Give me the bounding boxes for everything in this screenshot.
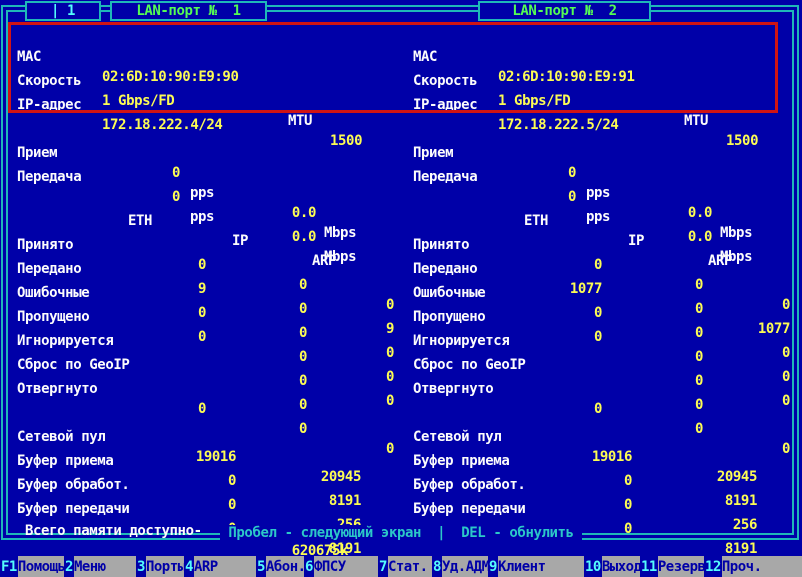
fkey-number: 8 (432, 556, 442, 577)
table-row: Пропущено 0 0 0 (14, 287, 398, 307)
fkey-label: Выход (602, 559, 640, 575)
tab-lan-port-1: LAN-порт № 1 (110, 1, 267, 21)
fkey-number: 12 (704, 556, 722, 577)
table-row: Сброс по GeoIP 0 (14, 335, 398, 355)
tab-lan-port-1-label: LAN-порт № 1 (136, 3, 240, 19)
fkey-label: Порты (146, 559, 184, 575)
fkey-f11-reserve[interactable]: 11 Резерв (640, 556, 704, 577)
table-row: Отвергнуто 0 0 0 (14, 359, 398, 379)
fkey-f4-arp[interactable]: 4 ARP (184, 556, 256, 577)
fkey-label: Уд.АДМ (442, 559, 488, 575)
tx-rate-label: Передача (17, 167, 81, 187)
tx-rate-row: Передача 0 pps 0.0 Mbps (410, 147, 794, 167)
buffer-row: Буфер приема 0 8191 (14, 431, 398, 451)
table-header-row: ETH IP ARP (14, 191, 398, 211)
fkey-number: 3 (136, 556, 146, 577)
tab-lan-port-2: LAN-порт № 2 (478, 1, 651, 21)
fkey-f6-fpsu[interactable]: 6 ФПСУ (304, 556, 378, 577)
fkey-number: 4 (184, 556, 194, 577)
fkey-number: 5 (256, 556, 266, 577)
fkey-label: ARP (194, 559, 218, 575)
buffer-row: Буфер обработ. 0 256 (410, 455, 794, 475)
fkey-f8-remote-admin[interactable]: 8 Уд.АДМ (432, 556, 488, 577)
fkey-number: 6 (304, 556, 314, 577)
fkey-number: 11 (640, 556, 658, 577)
mac-row: MAC 02:6D:10:90:E9:90 (14, 27, 398, 47)
screen-indicator-tab: | 1 (25, 1, 101, 21)
buffer-row: Буфер обработ. 0 256 (14, 455, 398, 475)
table-header-row: ETH IP ARP (410, 191, 794, 211)
tab-lan-port-2-label: LAN-порт № 2 (512, 3, 616, 19)
speed-row: Скорость 1 Gbps/FD MTU 1500 (14, 51, 398, 71)
fkey-number: 10 (584, 556, 602, 577)
table-row: Передано 1077 0 1077 (410, 239, 794, 259)
fkey-number: F1 (0, 556, 18, 577)
ip-label: IP-адрес (413, 95, 477, 115)
fkey-f10-exit[interactable]: 10 Выход (584, 556, 640, 577)
rx-rate-row: Прием 0 pps 0.0 Mbps (14, 123, 398, 143)
screen-indicator-label: | 1 (51, 3, 75, 19)
table-row: Принято 0 0 0 (14, 215, 398, 235)
function-key-bar: F1 Помощь 2 Меню 3 Порты 4 ARP 5 Абон. 6… (0, 556, 802, 577)
table-row: Отвергнуто 0 0 0 (410, 359, 794, 379)
buffer-used: 0 (410, 519, 632, 539)
fkey-f9-client[interactable]: 9 Клиент (488, 556, 584, 577)
row-label: Отвергнуто (17, 379, 97, 399)
memory-available-label: Всего памяти доступно- (25, 521, 202, 541)
fkey-label: Резерв (658, 559, 704, 575)
buffer-row: Буфер передачи 0 8191 (14, 479, 398, 499)
fkey-f2-menu[interactable]: 2 Меню (64, 556, 136, 577)
table-row: Пропущено 0 0 0 (410, 287, 794, 307)
buffer-row: Буфер передачи 0 8191 (410, 479, 794, 499)
fkey-label: Абон. (266, 559, 304, 575)
table-row: Принято 0 0 0 (410, 215, 794, 235)
fkey-label: ФПСУ (314, 559, 346, 575)
speed-row: Скорость 1 Gbps/FD MTU 1500 (410, 51, 794, 71)
fkey-label: Меню (74, 559, 106, 575)
ip-row: IP-адрес 172.18.222.4/24 (14, 75, 398, 95)
lan-port-2-panel: MAC 02:6D:10:90:E9:91 Скорость 1 Gbps/FD… (410, 0, 794, 577)
fkey-label: Помощь (18, 559, 64, 575)
ip-label: IP-адрес (17, 95, 81, 115)
table-row: Игнорируется 0 0 (14, 311, 398, 331)
fkey-f12-other[interactable]: 12 Проч. (704, 556, 802, 577)
memory-summary-row: Всего памяти доступно- 620675k Свободно:… (0, 501, 802, 521)
fkey-f7-stats[interactable]: 7 Стат. (378, 556, 432, 577)
fkey-label: Проч. (722, 559, 762, 575)
buffer-row: Сетевой пул 19016 20945 (410, 407, 794, 427)
fkey-f1-help[interactable]: F1 Помощь (0, 556, 64, 577)
table-row: Ошибочные 0 0 0 (14, 263, 398, 283)
table-row: Ошибочные 0 0 0 (410, 263, 794, 283)
fkey-number: 2 (64, 556, 74, 577)
table-row: Передано 9 0 9 (14, 239, 398, 259)
fkey-label: Клиент (498, 559, 546, 575)
rx-rate-row: Прием 0 pps 0.0 Mbps (410, 123, 794, 143)
buffer-row: Буфер приема 0 8191 (410, 431, 794, 451)
fkey-number: 9 (488, 556, 498, 577)
buffer-row: Сетевой пул 19016 20945 (14, 407, 398, 427)
fkey-f5-subscribers[interactable]: 5 Абон. (256, 556, 304, 577)
tx-rate-label: Передача (413, 167, 477, 187)
table-row: Сброс по GeoIP 0 (410, 335, 794, 355)
console-screen: | 1 LAN-порт № 1 LAN-порт № 2 MAC 02:6D:… (0, 0, 802, 577)
tx-rate-row: Передача 0 pps 0.0 Mbps (14, 147, 398, 167)
table-row: Игнорируется 0 0 (410, 311, 794, 331)
ip-row: IP-адрес 172.18.222.5/24 (410, 75, 794, 95)
row-label: Отвергнуто (413, 379, 493, 399)
fkey-label: Стат. (388, 559, 428, 575)
mac-row: MAC 02:6D:10:90:E9:91 (410, 27, 794, 47)
fkey-f3-ports[interactable]: 3 Порты (136, 556, 184, 577)
lan-port-1-panel: MAC 02:6D:10:90:E9:90 Скорость 1 Gbps/FD… (14, 0, 398, 577)
fkey-number: 7 (378, 556, 388, 577)
